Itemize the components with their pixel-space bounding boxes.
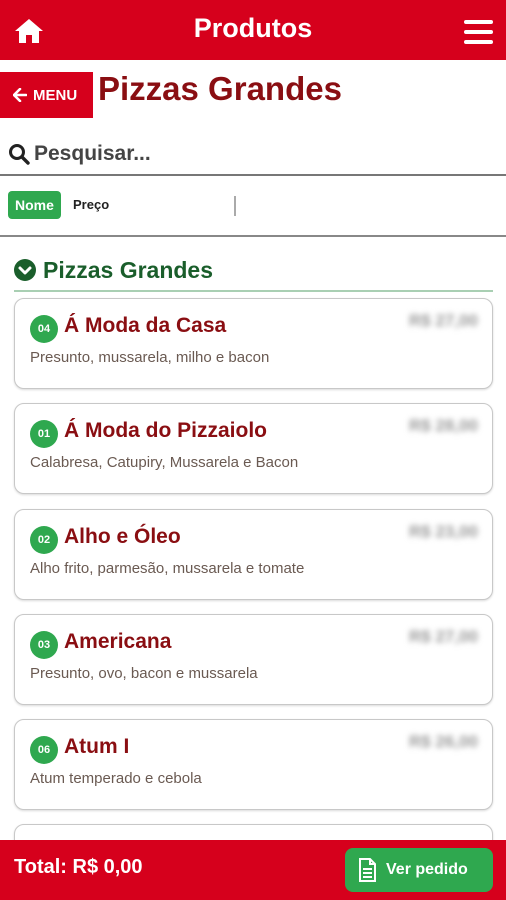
search-icon — [9, 144, 30, 165]
product-price: R$ 23,00 — [409, 522, 478, 541]
product-card[interactable]: 03 Americana Presunto, ovo, bacon e muss… — [14, 614, 493, 705]
product-description: Presunto, ovo, bacon e mussarela — [30, 665, 258, 682]
product-price: R$ 27,00 — [409, 311, 478, 330]
product-name: Alho e Óleo — [64, 525, 181, 548]
chevron-down-icon — [14, 259, 36, 281]
document-icon — [359, 858, 376, 882]
product-description: Atum temperado e cebola — [30, 770, 202, 787]
product-card[interactable]: 06 Atum I Atum temperado e cebola R$ 26,… — [14, 719, 493, 810]
product-code-badge: 06 — [30, 736, 58, 764]
app-title: Produtos — [193, 13, 313, 43]
product-name: Á Moda da Casa — [64, 314, 227, 337]
sort-divider — [234, 196, 236, 216]
category-header[interactable]: Pizzas Grandes — [14, 250, 493, 292]
product-card[interactable]: 04 Á Moda da Casa Presunto, mussarela, m… — [14, 298, 493, 389]
sort-bar: Nome Preço — [0, 176, 506, 237]
product-price: R$ 28,00 — [409, 416, 478, 435]
search-field[interactable]: Pesquisar... — [0, 135, 506, 176]
product-price: R$ 26,00 — [409, 732, 478, 751]
back-button-label: MENU — [33, 86, 78, 104]
sort-by-price-button[interactable]: Preço — [73, 197, 109, 212]
top-app-bar: Produtos — [0, 0, 506, 60]
sort-by-name-button[interactable]: Nome — [8, 191, 61, 219]
cart-total: Total: R$ 0,00 — [14, 856, 143, 878]
view-order-label: Ver pedido — [386, 861, 468, 878]
page-title: Pizzas Grandes — [98, 70, 342, 107]
product-code-badge: 03 — [30, 631, 58, 659]
product-description: Presunto, mussarela, milho e bacon — [30, 349, 270, 366]
product-description: Calabresa, Catupiry, Mussarela e Bacon — [30, 454, 299, 471]
search-placeholder: Pesquisar... — [34, 142, 151, 165]
product-card[interactable]: 01 Á Moda do Pizzaiolo Calabresa, Catupi… — [14, 403, 493, 494]
product-card[interactable]: 02 Alho e Óleo Alho frito, parmesão, mus… — [14, 509, 493, 600]
view-order-button[interactable]: Ver pedido — [345, 848, 493, 892]
product-name: Americana — [64, 630, 172, 653]
arrow-left-icon — [13, 88, 27, 102]
product-code-badge: 01 — [30, 420, 58, 448]
product-description: Alho frito, parmesão, mussarela e tomate — [30, 560, 305, 577]
back-to-menu-button[interactable]: MENU — [0, 72, 93, 118]
product-code-badge: 02 — [30, 526, 58, 554]
product-price: R$ 27,00 — [409, 627, 478, 646]
product-name: Á Moda do Pizzaiolo — [64, 419, 267, 442]
bottom-cart-bar: Total: R$ 0,00 Ver pedido — [0, 840, 506, 900]
category-title: Pizzas Grandes — [43, 256, 214, 283]
product-name: Atum I — [64, 735, 130, 758]
hamburger-menu-icon[interactable] — [464, 20, 493, 44]
product-code-badge: 04 — [30, 315, 58, 343]
